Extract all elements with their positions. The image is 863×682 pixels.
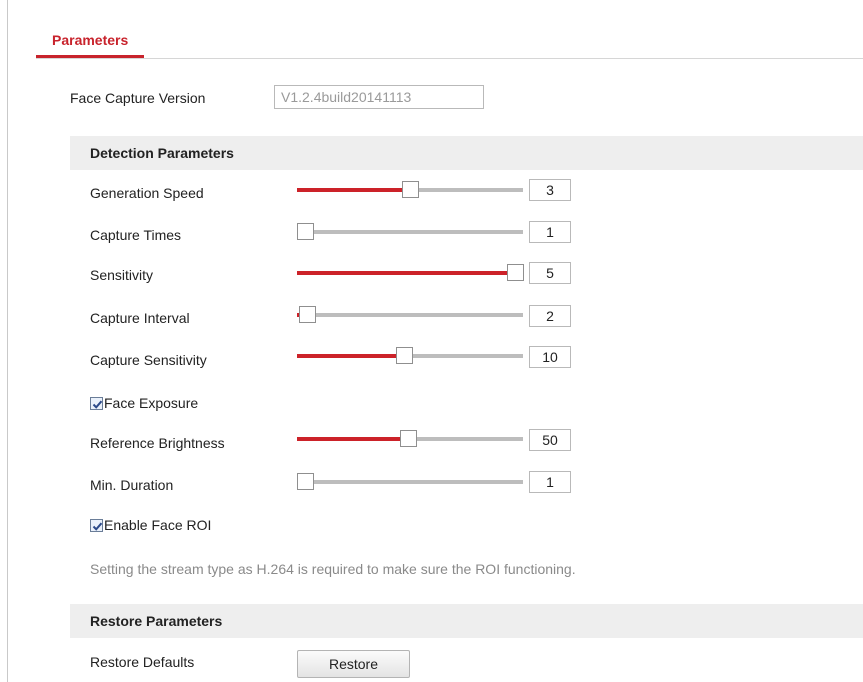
capture-times-value[interactable]: 1 (529, 221, 571, 243)
enable-face-roi-label: Enable Face ROI (104, 517, 212, 533)
face-capture-version-label: Face Capture Version (70, 90, 206, 106)
slider-thumb[interactable] (507, 264, 524, 281)
tab-divider (36, 58, 863, 59)
capture-interval-value[interactable]: 2 (529, 305, 571, 327)
tab-parameters[interactable]: Parameters (36, 26, 145, 58)
capture-interval-label: Capture Interval (90, 310, 190, 326)
roi-note: Setting the stream type as H.264 is requ… (90, 561, 576, 577)
generation-speed-slider[interactable] (297, 180, 523, 200)
face-exposure-label: Face Exposure (104, 395, 199, 411)
slider-thumb[interactable] (299, 306, 317, 323)
min-duration-label: Min. Duration (90, 477, 174, 493)
slider-track (297, 480, 523, 484)
left-border (7, 0, 8, 682)
generation-speed-value[interactable]: 3 (529, 179, 571, 201)
slider-thumb[interactable] (297, 473, 314, 490)
min-duration-value[interactable]: 1 (529, 471, 571, 493)
enable-face-roi-option[interactable]: Enable Face ROI (90, 516, 211, 534)
capture-times-slider[interactable] (297, 222, 523, 242)
sensitivity-slider[interactable] (297, 263, 524, 283)
capture-sensitivity-slider[interactable] (297, 346, 523, 366)
detection-parameters-header: Detection Parameters (70, 136, 863, 170)
restore-button[interactable]: Restore (297, 650, 410, 678)
slider-track (297, 230, 523, 234)
face-exposure-checkbox[interactable] (90, 396, 103, 410)
sensitivity-label: Sensitivity (90, 267, 154, 283)
capture-sensitivity-value[interactable]: 10 (529, 346, 571, 368)
slider-thumb[interactable] (399, 430, 417, 447)
slider-thumb[interactable] (395, 347, 413, 364)
slider-thumb[interactable] (297, 223, 314, 240)
generation-speed-label: Generation Speed (90, 185, 204, 201)
reference-brightness-value[interactable]: 50 (529, 429, 571, 451)
restore-parameters-header: Restore Parameters (70, 604, 863, 638)
slider-fill (297, 437, 408, 441)
face-exposure-option[interactable]: Face Exposure (90, 394, 198, 412)
checkmark-icon (92, 400, 103, 409)
slider-fill (297, 271, 515, 275)
slider-fill (297, 354, 404, 358)
slider-track (297, 313, 523, 317)
checkmark-icon (92, 522, 103, 531)
face-capture-version-field: V1.2.4build20141113 (274, 85, 484, 109)
reference-brightness-slider[interactable] (297, 429, 523, 449)
enable-face-roi-checkbox[interactable] (90, 518, 103, 532)
sensitivity-value[interactable]: 5 (529, 262, 571, 284)
min-duration-slider[interactable] (297, 472, 523, 492)
capture-times-label: Capture Times (90, 227, 182, 243)
restore-defaults-label: Restore Defaults (90, 654, 195, 670)
slider-thumb[interactable] (402, 181, 419, 198)
slider-fill (297, 188, 410, 192)
reference-brightness-label: Reference Brightness (90, 435, 225, 451)
capture-sensitivity-label: Capture Sensitivity (90, 352, 207, 368)
capture-interval-slider[interactable] (297, 305, 523, 325)
